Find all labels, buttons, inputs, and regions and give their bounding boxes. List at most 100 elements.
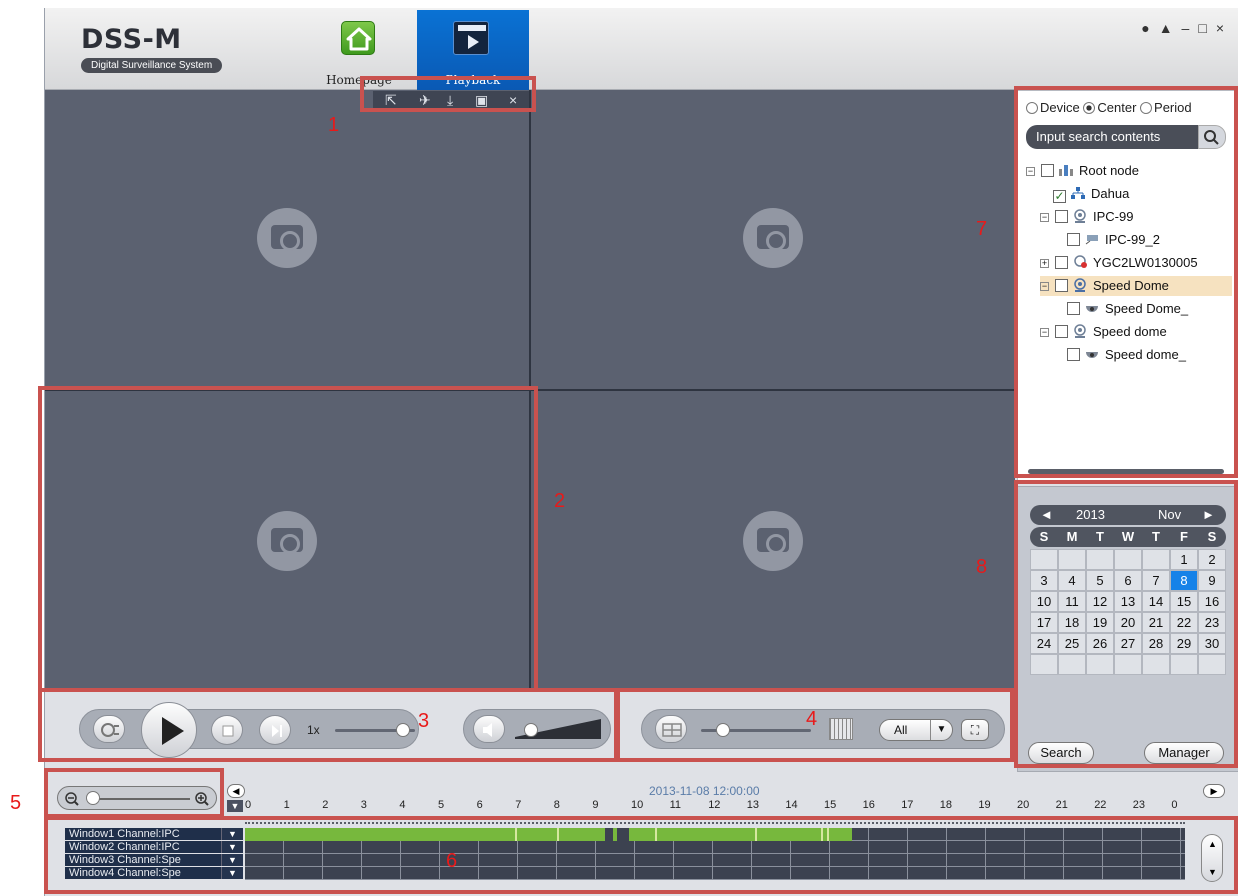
- prev-month-icon[interactable]: ◄: [1040, 507, 1053, 522]
- scroll-up-icon[interactable]: ▲: [1208, 839, 1217, 849]
- manager-button[interactable]: Manager: [1144, 742, 1224, 764]
- channel-scroll[interactable]: ▲ ▼: [1201, 834, 1223, 882]
- calendar-day[interactable]: 16: [1198, 591, 1226, 612]
- calendar-day[interactable]: 14: [1142, 591, 1170, 612]
- calendar-day[interactable]: 7: [1142, 570, 1170, 591]
- zoom-in-icon[interactable]: [195, 792, 209, 806]
- calendar-day[interactable]: 17: [1030, 612, 1058, 633]
- tree-node-dahua[interactable]: ✓ Dahua: [1053, 184, 1129, 204]
- tab-playback[interactable]: Playback: [417, 10, 529, 90]
- close-icon[interactable]: ×: [1216, 20, 1233, 36]
- radio-button[interactable]: [1140, 102, 1153, 114]
- tree-horizontal-scrollbar[interactable]: [1028, 469, 1224, 474]
- tree-checkbox[interactable]: [1055, 279, 1068, 292]
- maximize-icon[interactable]: □: [1198, 20, 1215, 36]
- zoom-slider-knob[interactable]: [86, 791, 101, 805]
- scroll-down-icon[interactable]: ▼: [1208, 867, 1217, 877]
- tree-checkbox[interactable]: [1067, 348, 1080, 361]
- search-button[interactable]: [1198, 125, 1226, 149]
- tree-checkbox[interactable]: [1041, 164, 1054, 177]
- video-window-1[interactable]: [45, 90, 529, 389]
- radio-center[interactable]: Center: [1083, 100, 1136, 115]
- snapshot-icon[interactable]: ▣: [475, 92, 488, 109]
- layout-slider-knob[interactable]: [716, 723, 730, 737]
- step-frame-button[interactable]: [259, 715, 291, 745]
- calendar-day[interactable]: 10: [1030, 591, 1058, 612]
- tab-homepage[interactable]: Homepage: [303, 10, 415, 90]
- close-video-icon[interactable]: ×: [509, 92, 517, 108]
- tree-checkbox-checked[interactable]: ✓: [1053, 190, 1066, 203]
- expand-toggle[interactable]: +: [1040, 259, 1049, 268]
- calendar-day[interactable]: 11: [1058, 591, 1086, 612]
- mute-button[interactable]: [473, 715, 505, 743]
- collapse-toggle[interactable]: −: [1040, 213, 1049, 222]
- split-layout-button[interactable]: [655, 715, 687, 743]
- calendar-day[interactable]: 5: [1086, 570, 1114, 591]
- calendar-day[interactable]: 18: [1058, 612, 1086, 633]
- tree-node-ipc99[interactable]: − IPC-99: [1040, 207, 1133, 227]
- calendar-day[interactable]: 22: [1170, 612, 1198, 633]
- video-window-4[interactable]: [531, 391, 1015, 690]
- calendar-day[interactable]: 24: [1030, 633, 1058, 654]
- search-input[interactable]: Input search contents: [1026, 125, 1198, 149]
- video-window-3[interactable]: [45, 391, 529, 690]
- tree-checkbox[interactable]: [1067, 233, 1080, 246]
- recording-segment[interactable]: [245, 828, 853, 841]
- calendar-day[interactable]: 6: [1114, 570, 1142, 591]
- calendar-day[interactable]: 12: [1086, 591, 1114, 612]
- collapse-toggle[interactable]: −: [1040, 282, 1049, 291]
- tree-checkbox[interactable]: [1055, 325, 1068, 338]
- timeline-next-button[interactable]: ▶: [1203, 784, 1225, 798]
- calendar-day[interactable]: 1: [1170, 549, 1198, 570]
- calendar-day[interactable]: 19: [1086, 612, 1114, 633]
- tree-node-ygc[interactable]: + YGC2LW0130005: [1040, 253, 1198, 273]
- tree-node-speed-dome-2-ch[interactable]: Speed dome_: [1067, 345, 1186, 365]
- calendar-day[interactable]: 21: [1142, 612, 1170, 633]
- calendar-day[interactable]: 3: [1030, 570, 1058, 591]
- volume-slider-knob[interactable]: [523, 723, 538, 737]
- calendar-day[interactable]: 2: [1198, 549, 1226, 570]
- tree-checkbox[interactable]: [1067, 302, 1080, 315]
- radio-button[interactable]: [1083, 102, 1096, 114]
- calendar-day[interactable]: 27: [1114, 633, 1142, 654]
- play-button[interactable]: [141, 702, 197, 758]
- calendar-day[interactable]: 28: [1142, 633, 1170, 654]
- grid-many-icon[interactable]: [829, 718, 853, 740]
- zoom-out-icon[interactable]: [65, 792, 79, 806]
- stop-button[interactable]: [211, 715, 243, 745]
- chevron-down-icon[interactable]: ▼: [221, 867, 243, 879]
- tree-node-ipc99-2[interactable]: IPC-99_2: [1067, 230, 1160, 250]
- fullscreen-button[interactable]: ⛶: [961, 719, 989, 741]
- collapse-toggle[interactable]: −: [1026, 167, 1035, 176]
- tree-node-speed-dome-2[interactable]: − Speed dome: [1040, 322, 1167, 342]
- calendar-day[interactable]: 15: [1170, 591, 1198, 612]
- chevron-down-icon[interactable]: ▼: [221, 828, 243, 840]
- next-month-icon[interactable]: ►: [1202, 507, 1215, 522]
- calendar-day[interactable]: 30: [1198, 633, 1226, 654]
- timeline-cursor-icon[interactable]: ▼: [227, 800, 243, 812]
- calendar-day[interactable]: 20: [1114, 612, 1142, 633]
- search-button[interactable]: Search: [1028, 742, 1094, 764]
- radio-device[interactable]: Device: [1026, 100, 1080, 115]
- lock-icon[interactable]: ▲: [1159, 20, 1182, 36]
- record-timeline-grid[interactable]: [245, 828, 1185, 880]
- radio-button[interactable]: [1026, 102, 1038, 114]
- timeline-prev-button[interactable]: ◀: [227, 784, 245, 798]
- calendar-day[interactable]: 4: [1058, 570, 1086, 591]
- calendar-day[interactable]: 9: [1198, 570, 1226, 591]
- calendar-day[interactable]: 29: [1170, 633, 1198, 654]
- calendar-day[interactable]: 23: [1198, 612, 1226, 633]
- chevron-down-icon[interactable]: ▼: [221, 854, 243, 866]
- user-icon[interactable]: ●: [1141, 20, 1158, 36]
- filter-select[interactable]: All ▼: [879, 719, 953, 741]
- download-icon[interactable]: ⤓: [447, 92, 453, 109]
- export-icon[interactable]: ⇱: [385, 92, 397, 109]
- tree-node-speed-dome-ch[interactable]: Speed Dome_: [1067, 299, 1188, 319]
- radio-period[interactable]: Period: [1140, 100, 1192, 115]
- calendar-day[interactable]: 13: [1114, 591, 1142, 612]
- collapse-toggle[interactable]: −: [1040, 328, 1049, 337]
- tree-checkbox[interactable]: [1055, 210, 1068, 223]
- chevron-down-icon[interactable]: ▼: [221, 841, 243, 853]
- tree-node-root[interactable]: − Root node: [1026, 161, 1139, 181]
- speed-slider-knob[interactable]: [396, 723, 410, 737]
